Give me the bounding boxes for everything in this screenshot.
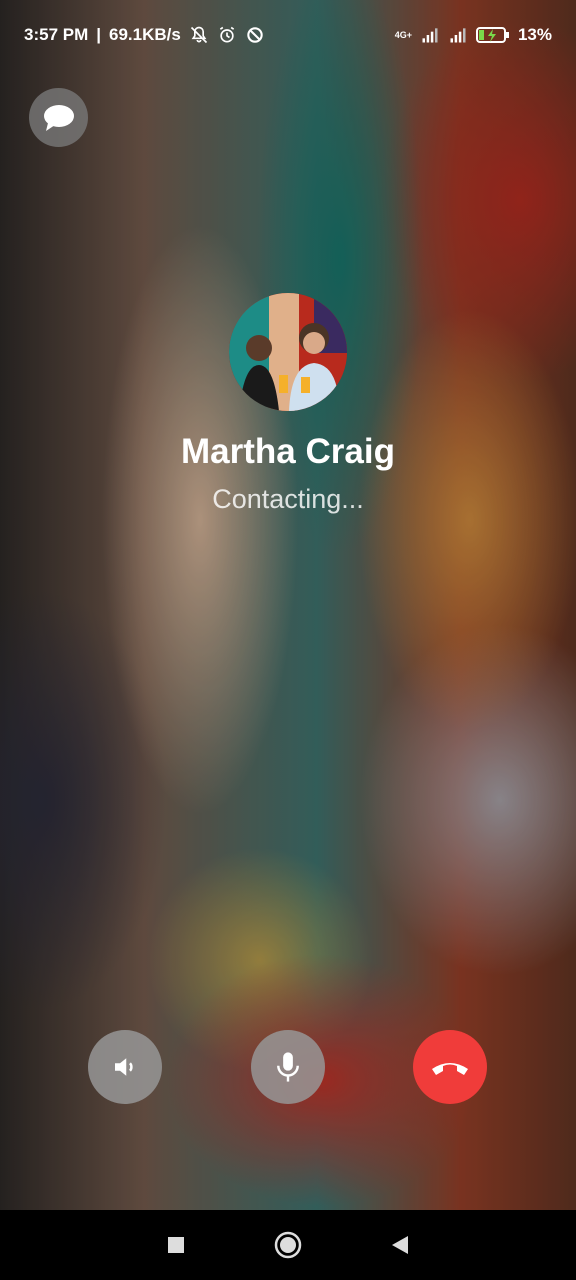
- home-icon: [274, 1231, 302, 1259]
- mute-button[interactable]: [251, 1030, 325, 1104]
- caller-avatar: [229, 293, 347, 411]
- status-left: 3:57 PM | 69.1KB/s: [24, 25, 265, 45]
- avatar-image: [229, 293, 347, 411]
- alarm-icon: [219, 26, 234, 43]
- chat-bubble-icon: [43, 104, 74, 131]
- bell-off-icon: [190, 26, 207, 44]
- microphone-icon: [277, 1052, 299, 1082]
- signal-icon: [450, 28, 466, 43]
- end-call-icon: [432, 1063, 468, 1075]
- network-label: 4G+: [394, 30, 412, 40]
- battery-charging-icon: [475, 27, 509, 43]
- chat-button[interactable]: [29, 88, 88, 147]
- status-time: 3:57 PM: [24, 25, 89, 44]
- call-status: Contacting...: [212, 484, 364, 514]
- recents-button[interactable]: [151, 1220, 201, 1270]
- battery-percent: 13%: [517, 25, 552, 44]
- signal-icon: [422, 28, 438, 43]
- back-button[interactable]: [375, 1220, 425, 1270]
- caller-name: Martha Craig: [181, 432, 395, 471]
- status-right: 4G+ 13%: [395, 25, 552, 45]
- back-icon: [392, 1236, 408, 1254]
- end-call-button[interactable]: [413, 1030, 487, 1104]
- status-net-speed: 69.1KB/s: [109, 25, 181, 44]
- recents-icon: [168, 1237, 184, 1253]
- data-saver-icon: [247, 27, 263, 43]
- navigation-bar: [0, 1210, 576, 1280]
- status-separator: |: [96, 25, 102, 44]
- speaker-button[interactable]: [88, 1030, 162, 1104]
- speaker-icon: [115, 1058, 133, 1076]
- home-button[interactable]: [263, 1220, 313, 1270]
- status-bar: 3:57 PM | 69.1KB/s 4G+ 13%: [0, 0, 576, 70]
